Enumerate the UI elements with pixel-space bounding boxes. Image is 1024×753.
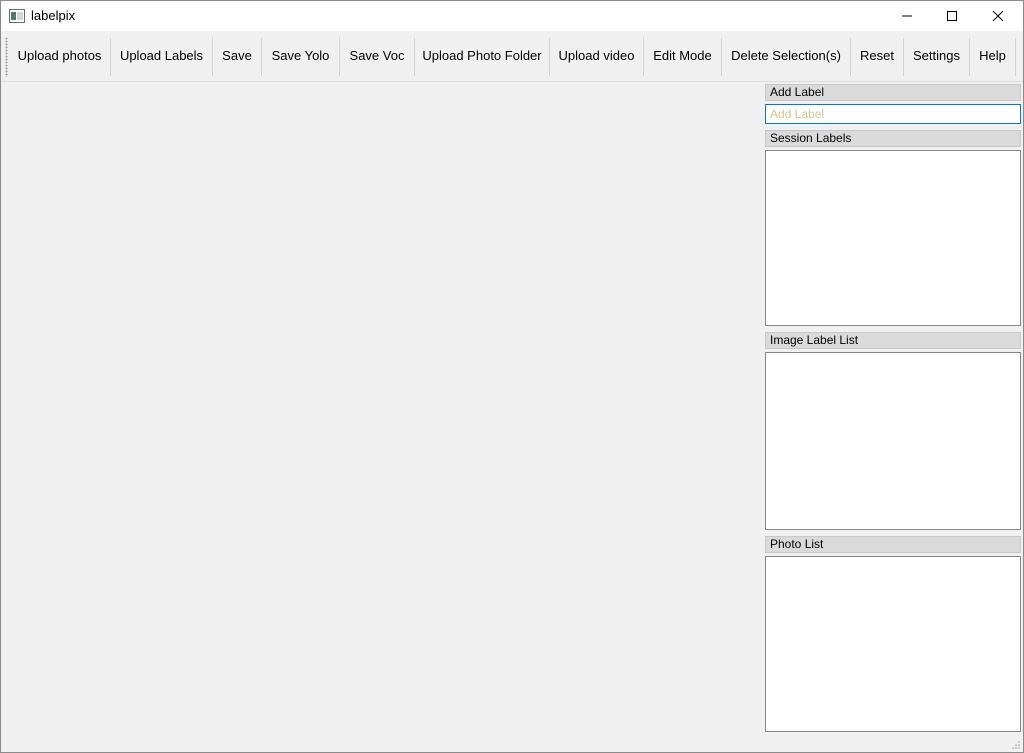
- resize-grip-icon[interactable]: [1011, 740, 1021, 750]
- app-window: labelpix Upload photos Upload Labels Sav…: [0, 0, 1024, 753]
- delete-selections-button[interactable]: Delete Selection(s): [722, 31, 850, 81]
- upload-labels-button[interactable]: Upload Labels: [111, 31, 212, 81]
- settings-button[interactable]: Settings: [904, 31, 969, 81]
- main-toolbar: Upload photos Upload Labels Save Save Yo…: [1, 31, 1023, 82]
- photo-list-title: Photo List: [765, 536, 1021, 553]
- upload-photo-folder-button[interactable]: Upload Photo Folder: [415, 31, 549, 81]
- reset-button[interactable]: Reset: [851, 31, 903, 81]
- image-canvas[interactable]: [1, 83, 761, 752]
- photo-list[interactable]: [765, 556, 1021, 732]
- maximize-button[interactable]: [929, 1, 974, 31]
- help-button[interactable]: Help: [970, 31, 1015, 81]
- upload-video-button[interactable]: Upload video: [550, 31, 643, 81]
- title-bar[interactable]: labelpix: [1, 1, 1023, 31]
- maximize-icon: [946, 11, 957, 21]
- window-title: labelpix: [31, 8, 76, 23]
- save-button[interactable]: Save: [213, 31, 261, 81]
- image-label-list[interactable]: [765, 352, 1021, 530]
- session-labels-title: Session Labels: [765, 130, 1021, 147]
- session-labels-list[interactable]: [765, 150, 1021, 326]
- image-label-list-title: Image Label List: [765, 332, 1021, 349]
- edit-mode-button[interactable]: Edit Mode: [644, 31, 721, 81]
- add-label-title: Add Label: [765, 84, 1021, 101]
- save-yolo-button[interactable]: Save Yolo: [262, 31, 339, 81]
- add-label-input[interactable]: [765, 104, 1021, 124]
- close-icon: [992, 10, 1003, 22]
- upload-photos-button[interactable]: Upload photos: [10, 31, 109, 81]
- minimize-icon: [901, 15, 912, 17]
- close-button[interactable]: [975, 1, 1020, 31]
- minimize-button[interactable]: [884, 1, 929, 31]
- save-voc-button[interactable]: Save Voc: [340, 31, 414, 81]
- app-window-icon: [9, 9, 25, 23]
- toolbar-grip[interactable]: [5, 37, 8, 77]
- toolbar-separator: [1015, 38, 1016, 76]
